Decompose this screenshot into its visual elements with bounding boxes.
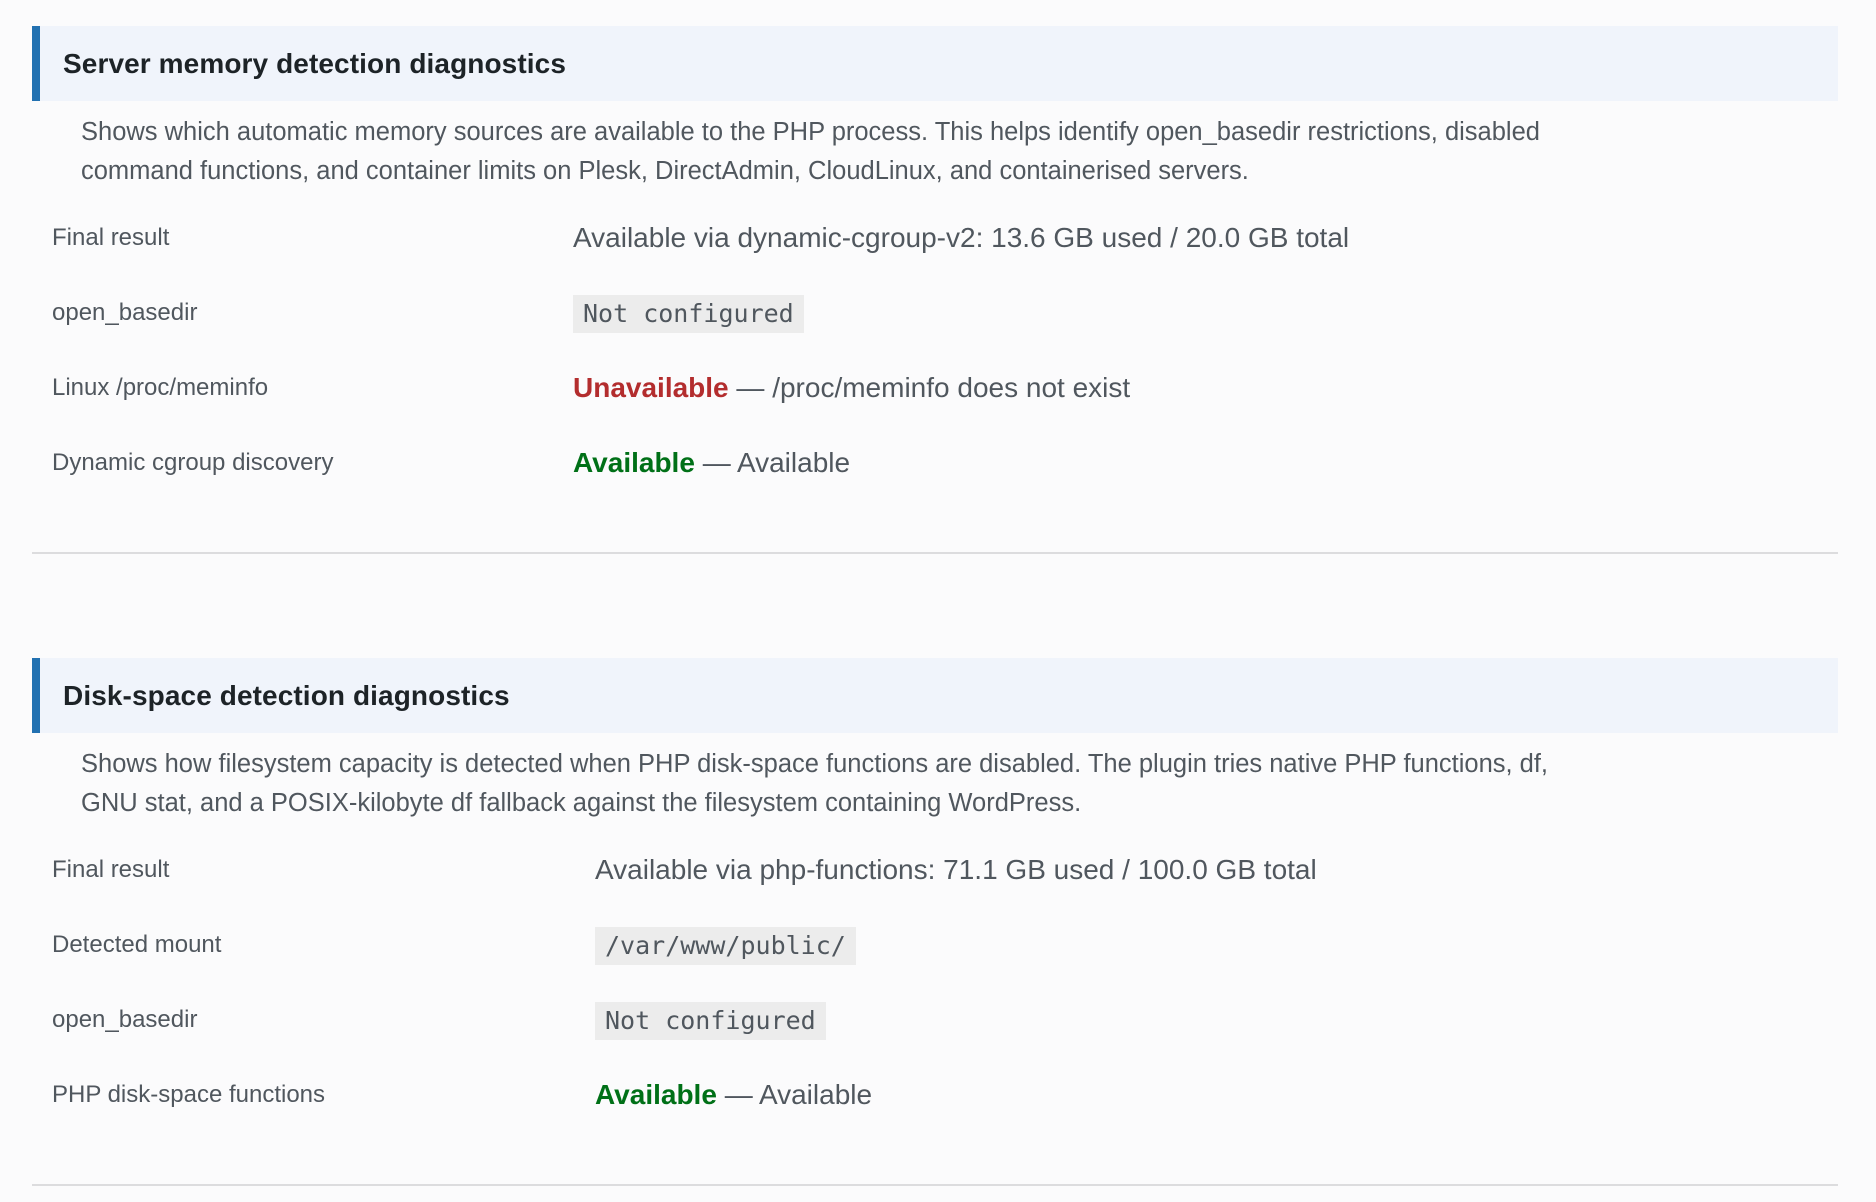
code-value: Not configured <box>573 295 804 333</box>
disk-row-open-basedir: open_basedir Not configured <box>32 1002 1838 1079</box>
code-value: Not configured <box>595 1002 826 1040</box>
disk-section-header: Disk-space detection diagnostics <box>32 658 1838 733</box>
memory-row-proc-meminfo: Linux /proc/meminfo Unavailable — /proc/… <box>32 372 1838 447</box>
separator: — <box>728 372 773 403</box>
row-value: /var/www/public/ <box>595 927 856 965</box>
disk-section-description: Shows how filesystem capacity is detecte… <box>81 750 1549 817</box>
memory-row-final-result: Final result Available via dynamic-cgrou… <box>32 222 1838 297</box>
row-value: Unavailable — /proc/meminfo does not exi… <box>573 370 1130 406</box>
row-value: Available — Available <box>595 1077 872 1113</box>
memory-section-title: Server memory detection diagnostics <box>63 47 567 79</box>
row-value: Available via dynamic-cgroup-v2: 13.6 GB… <box>573 222 1350 253</box>
row-value: Available — Available <box>573 445 850 481</box>
status-available: Available <box>573 447 695 478</box>
memory-diagnostics-section: Server memory detection diagnostics Show… <box>32 26 1838 554</box>
row-value: Not configured <box>573 295 804 333</box>
status-detail: Available <box>736 447 851 478</box>
disk-row-php-functions: PHP disk-space functions Available — Ava… <box>32 1079 1838 1154</box>
row-label: Dynamic cgroup discovery <box>52 449 334 476</box>
disk-rows: Final result Available via php-functions… <box>32 854 1838 1154</box>
status-available: Available <box>595 1079 717 1110</box>
row-label: Final result <box>52 224 170 251</box>
section-divider <box>32 1184 1838 1186</box>
row-label: Detected mount <box>52 931 222 958</box>
row-value: Available via php-functions: 71.1 GB use… <box>595 854 1317 885</box>
row-label: Final result <box>52 856 170 883</box>
memory-row-open-basedir: open_basedir Not configured <box>32 295 1838 372</box>
status-detail: /proc/meminfo does not exist <box>772 372 1131 403</box>
row-label: open_basedir <box>52 1006 198 1033</box>
disk-row-final-result: Final result Available via php-functions… <box>32 854 1838 929</box>
disk-row-detected-mount: Detected mount /var/www/public/ <box>32 927 1838 1004</box>
row-label: Linux /proc/meminfo <box>52 374 269 401</box>
section-divider <box>32 552 1838 554</box>
memory-section-description: Shows which automatic memory sources are… <box>81 118 1540 185</box>
row-label: PHP disk-space functions <box>52 1081 326 1108</box>
separator: — <box>694 447 737 478</box>
status-unavailable: Unavailable <box>573 372 729 403</box>
disk-section-title: Disk-space detection diagnostics <box>63 679 510 711</box>
memory-section-header: Server memory detection diagnostics <box>32 26 1838 101</box>
memory-row-cgroup-discovery: Dynamic cgroup discovery Available — Ava… <box>32 447 1838 522</box>
memory-rows: Final result Available via dynamic-cgrou… <box>32 222 1838 522</box>
separator: — <box>716 1079 759 1110</box>
row-label: open_basedir <box>52 299 198 326</box>
row-value: Not configured <box>595 1002 826 1040</box>
disk-diagnostics-section: Disk-space detection diagnostics Shows h… <box>32 658 1838 1186</box>
status-detail: Available <box>758 1079 873 1110</box>
code-value: /var/www/public/ <box>595 927 856 965</box>
